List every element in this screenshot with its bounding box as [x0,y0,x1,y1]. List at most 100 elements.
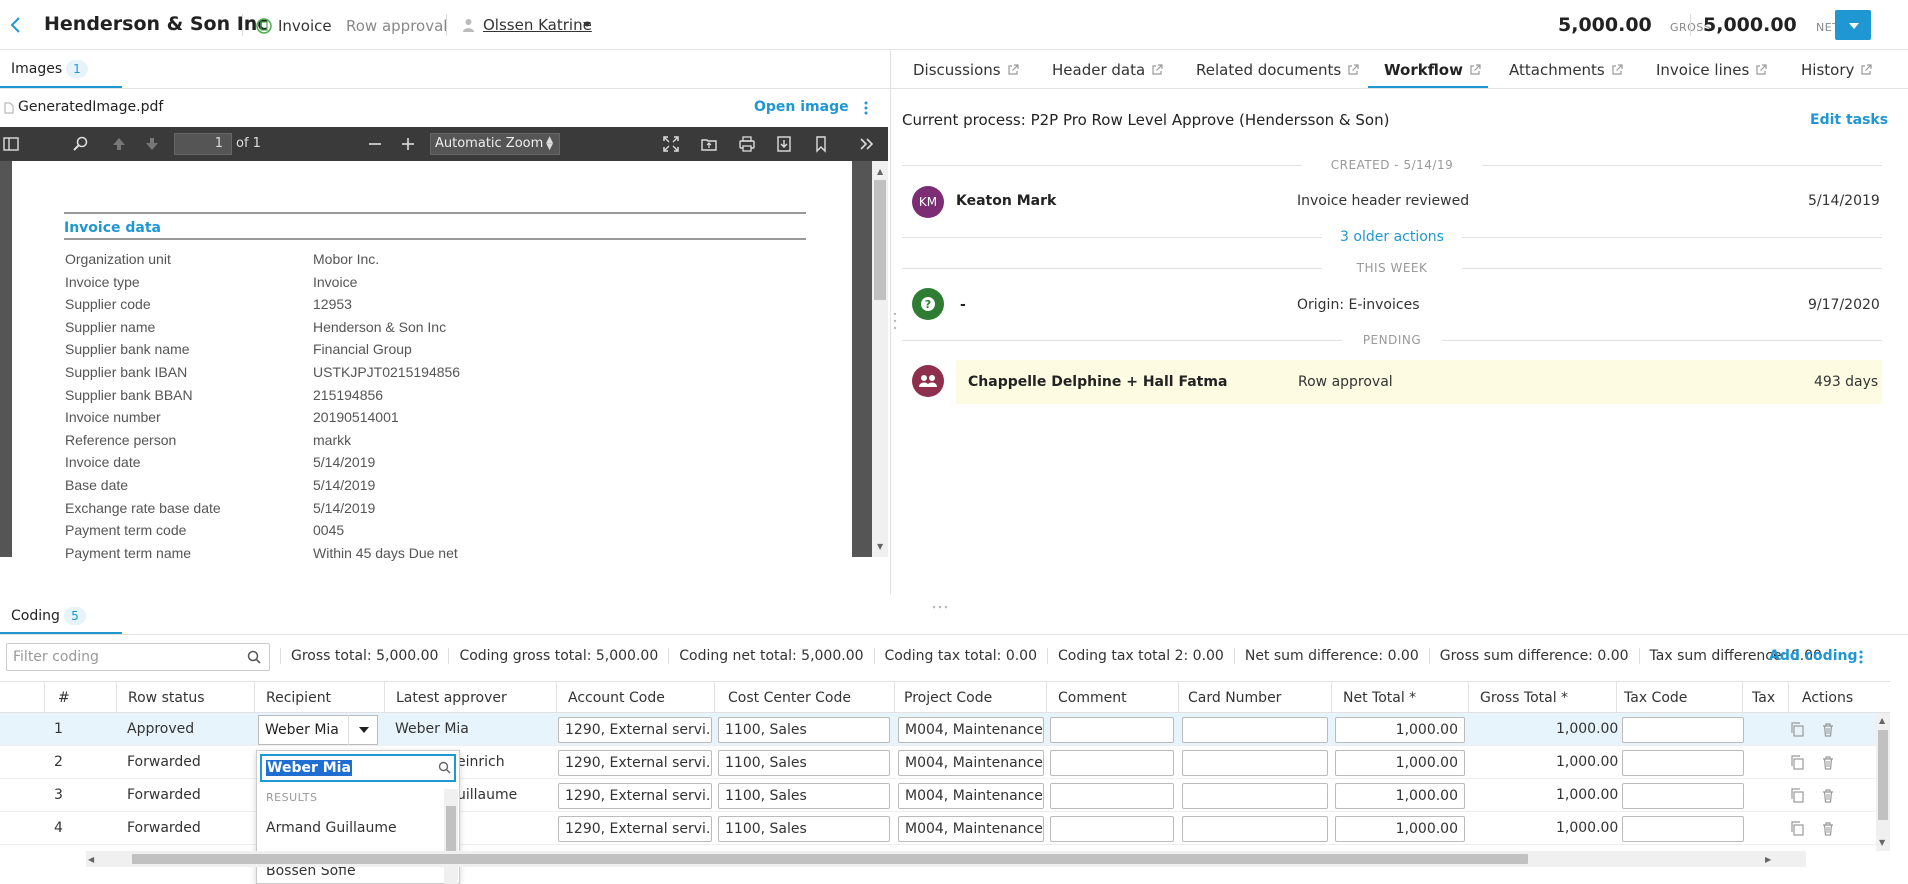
scroll-right-icon[interactable]: ▶ [1765,855,1771,864]
col-tax-code[interactable]: Tax Code [1624,690,1687,706]
col-latest-approver[interactable]: Latest approver [396,690,507,706]
copy-icon[interactable] [1790,788,1804,803]
trash-icon[interactable] [1821,821,1835,836]
cost-center-field[interactable]: 1100, Sales [718,750,890,776]
tab-history[interactable]: History [1801,61,1872,79]
account-code-field[interactable]: 1290, External servi... [558,717,712,743]
more-options-icon[interactable] [1858,649,1864,665]
col-project-code[interactable]: Project Code [904,690,992,706]
fullscreen-icon[interactable] [662,135,680,153]
comment-field[interactable] [1050,750,1174,776]
tab-workflow[interactable]: Workflow [1384,61,1481,79]
search-icon[interactable] [438,761,451,774]
open-image-link[interactable]: Open image [754,99,849,115]
chevron-down-icon[interactable] [348,715,380,745]
grid-vertical-scrollbar-thumb[interactable] [1878,730,1888,820]
edit-tasks-link[interactable]: Edit tasks [1810,112,1888,128]
net-total-field[interactable]: 1,000.00 [1335,750,1465,776]
zoom-out-icon[interactable] [366,135,384,153]
filter-coding-input[interactable]: Filter coding [6,643,270,671]
card-number-field[interactable] [1182,717,1328,743]
search-icon[interactable] [247,650,261,664]
col-gross-total[interactable]: Gross Total * [1480,690,1568,706]
col-comment[interactable]: Comment [1058,690,1127,706]
comment-field[interactable] [1050,783,1174,809]
sidebar-toggle-icon[interactable] [2,135,20,153]
project-code-field[interactable]: M004, Maintenance [898,816,1044,842]
older-actions-link[interactable]: 3 older actions [1330,229,1454,245]
comment-field[interactable] [1050,717,1174,743]
col-row-status[interactable]: Row status [128,690,205,706]
col-recipient[interactable]: Recipient [266,690,331,706]
tab-discussions[interactable]: Discussions [913,61,1019,79]
trash-icon[interactable] [1821,722,1835,737]
copy-icon[interactable] [1790,722,1804,737]
more-options-icon[interactable] [863,100,869,116]
col-card-number[interactable]: Card Number [1188,690,1281,706]
assigned-user-link[interactable]: Olssen Katrine [483,16,592,34]
zoom-select[interactable]: Automatic Zoom ▲ ▼ [430,133,560,155]
copy-icon[interactable] [1790,821,1804,836]
project-code-field[interactable]: M004, Maintenance [898,717,1044,743]
comment-field[interactable] [1050,816,1174,842]
net-total-field[interactable]: 1,000.00 [1335,783,1465,809]
tab-related-documents[interactable]: Related documents [1196,61,1359,79]
tab-coding[interactable]: Coding [11,608,60,624]
col-cost-center-code[interactable]: Cost Center Code [728,690,851,706]
project-code-field[interactable]: M004, Maintenance [898,750,1044,776]
card-number-field[interactable] [1182,783,1328,809]
bookmark-icon[interactable] [812,135,830,153]
col-tax[interactable]: Tax [1752,690,1775,706]
attached-file-name[interactable]: GeneratedImage.pdf [18,99,163,115]
back-arrow-icon[interactable] [8,15,24,35]
col-actions[interactable]: Actions [1802,690,1853,706]
account-code-field[interactable]: 1290, External servi... [558,750,712,776]
tab-images[interactable]: Images [11,61,62,77]
previous-page-icon[interactable] [110,135,128,153]
cost-center-field[interactable]: 1100, Sales [718,783,890,809]
grid-horizontal-scrollbar-thumb[interactable] [132,854,1528,864]
trash-icon[interactable] [1821,755,1835,770]
pane-resize-handle[interactable] [893,310,897,332]
tax-code-field[interactable] [1622,783,1744,809]
tax-code-field[interactable] [1622,717,1744,743]
col-number[interactable]: # [58,690,70,706]
scroll-up-icon[interactable]: ▲ [877,167,883,176]
scroll-up-icon[interactable]: ▲ [1879,716,1885,725]
scroll-down-icon[interactable]: ▼ [1879,838,1885,847]
account-code-field[interactable]: 1290, External servi... [558,783,712,809]
trash-icon[interactable] [1821,788,1835,803]
recipient-option[interactable]: Armand Guillaume [266,820,397,836]
page-number-input[interactable]: 1 [174,133,232,155]
net-total-field[interactable]: 1,000.00 [1335,717,1465,743]
search-icon[interactable] [72,135,90,153]
account-code-field[interactable]: 1290, External servi... [558,816,712,842]
card-number-field[interactable] [1182,816,1328,842]
scroll-down-icon[interactable]: ▼ [877,542,883,551]
print-icon[interactable] [738,135,756,153]
cost-center-field[interactable]: 1100, Sales [718,717,890,743]
actions-dropdown-button[interactable] [1835,10,1871,40]
tab-invoice-lines[interactable]: Invoice lines [1656,61,1767,79]
net-total-field[interactable]: 1,000.00 [1335,816,1465,842]
tax-code-field[interactable] [1622,750,1744,776]
scroll-left-icon[interactable]: ◀ [88,855,94,864]
dropdown-scrollbar-thumb[interactable] [446,806,456,856]
copy-icon[interactable] [1790,755,1804,770]
cost-center-field[interactable]: 1100, Sales [718,816,890,842]
project-code-field[interactable]: M004, Maintenance [898,783,1044,809]
tab-attachments[interactable]: Attachments [1509,61,1623,79]
pdf-scrollbar-thumb[interactable] [874,180,886,300]
add-coding-button[interactable]: Add coding [1769,648,1857,664]
tab-header-data[interactable]: Header data [1052,61,1163,79]
open-file-icon[interactable] [700,135,718,153]
chevron-down-icon[interactable] [583,22,591,27]
tax-code-field[interactable] [1622,816,1744,842]
card-number-field[interactable] [1182,750,1328,776]
zoom-in-icon[interactable] [399,135,417,153]
splitter-handle[interactable] [930,604,950,610]
col-net-total[interactable]: Net Total * [1343,690,1416,706]
download-icon[interactable] [775,135,793,153]
next-page-icon[interactable] [143,135,161,153]
col-account-code[interactable]: Account Code [568,690,665,706]
